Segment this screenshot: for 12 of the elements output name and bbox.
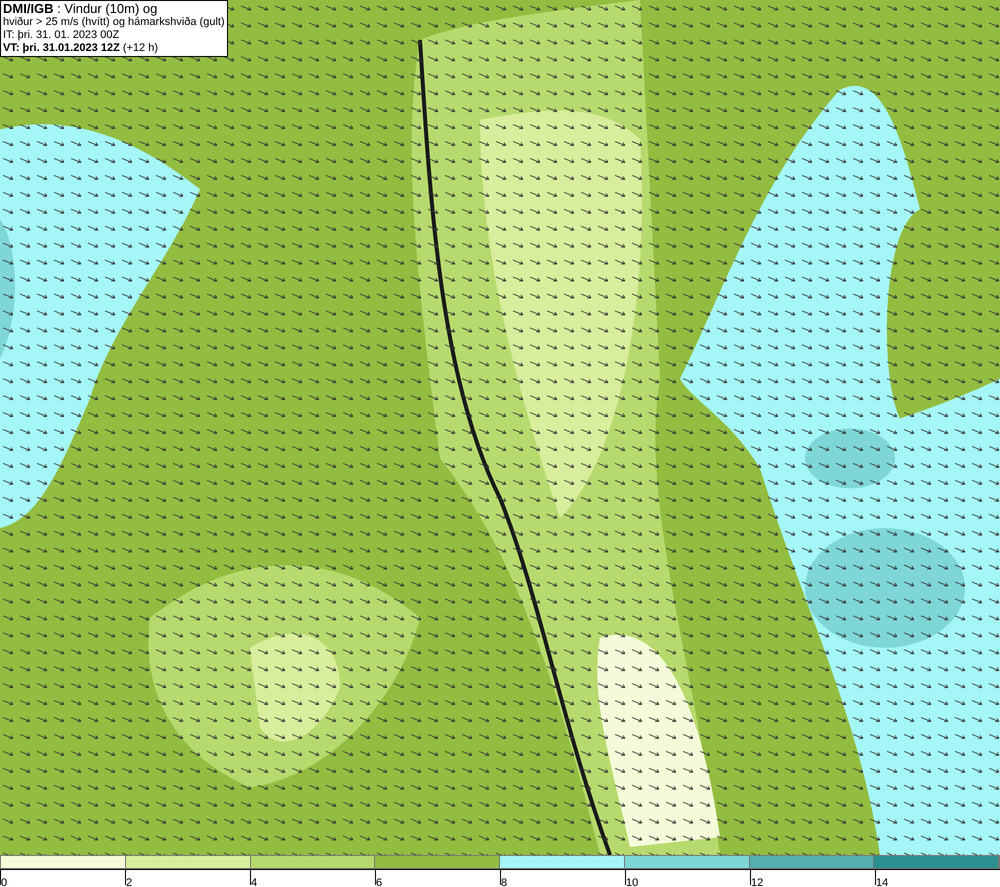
scale-tick-label: 10: [626, 877, 638, 887]
legend-text: VT: þri. 31.01.2023 12Z (+12 h): [3, 42, 160, 55]
scale-tick-label: 8: [501, 877, 508, 887]
scale-tick-label: 2: [126, 877, 132, 887]
scale-tick-label: 14: [876, 877, 888, 887]
scale-tick-label: 4: [251, 877, 258, 887]
legend-text: DMI/IGB : Vindur (10m) og: [3, 2, 158, 16]
legend-text: IT: þri. 31. 01. 2023 00Z: [3, 29, 120, 42]
scale-tick-label: 0: [1, 877, 8, 887]
scale-tick-label: 12: [751, 877, 764, 887]
scale-tick-label: 6: [376, 877, 382, 887]
legend-text: hviður > 25 m/s (hvítt) og hámarkshviða (gult): [3, 16, 225, 29]
